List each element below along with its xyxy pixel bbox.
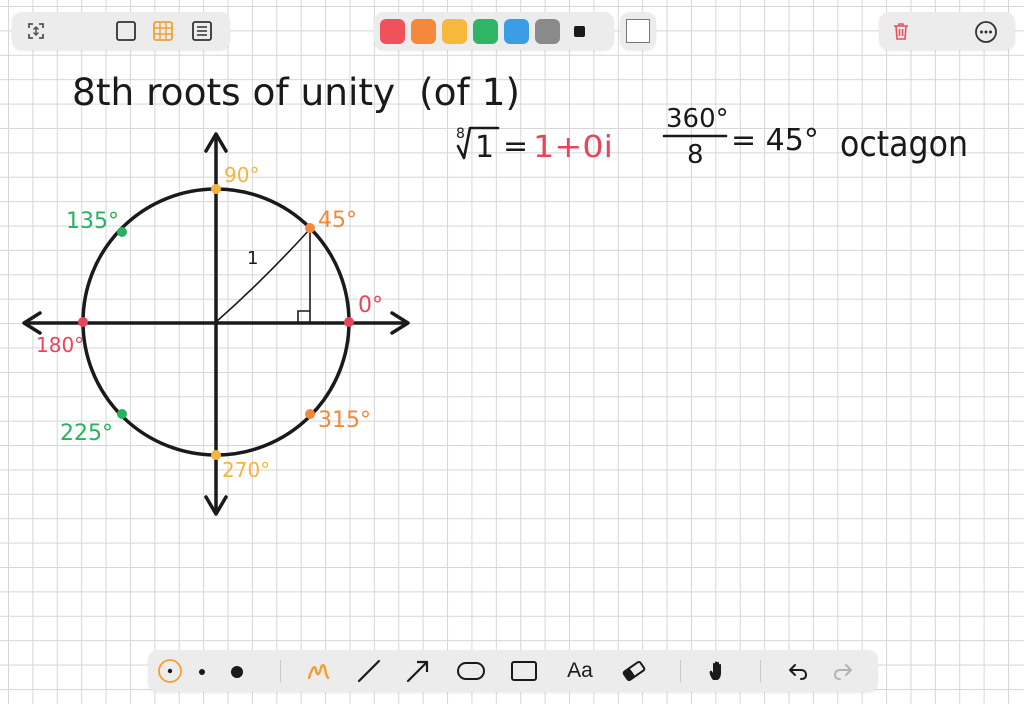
angle-label-270: 270° <box>222 458 270 482</box>
toolbar-divider <box>280 660 281 682</box>
root-point-225 <box>117 409 127 419</box>
triangle-side-label: 1 <box>247 248 258 269</box>
angle-label-315: 315° <box>318 408 371 433</box>
text-tool-button[interactable]: Aa <box>562 657 598 685</box>
rectangle-tool-icon[interactable] <box>509 657 539 685</box>
pointer-tool-icon[interactable] <box>156 657 184 685</box>
large-dot-size-icon[interactable] <box>225 660 249 684</box>
fraction-numerator: 360° <box>666 104 729 134</box>
redo-icon[interactable] <box>829 657 857 685</box>
fraction-result: = 45° <box>731 123 819 158</box>
root-point-270 <box>211 450 221 460</box>
root-equals: = <box>503 129 528 164</box>
root-radicand: 1 <box>475 130 494 165</box>
bottom-toolbar: Aa <box>148 650 878 692</box>
fraction-denominator: 8 <box>687 140 704 170</box>
root-point-315 <box>305 409 315 419</box>
undo-icon[interactable] <box>784 657 812 685</box>
ellipse-tool-icon[interactable] <box>455 657 487 685</box>
root-index: 8 <box>456 126 465 142</box>
root-point-0 <box>344 317 354 327</box>
angle-label-180: 180° <box>36 333 84 357</box>
angle-label-135: 135° <box>66 209 119 234</box>
root-point-45 <box>305 223 315 233</box>
arrow-tool-icon[interactable] <box>404 657 432 685</box>
eraser-tool-icon[interactable] <box>620 657 648 685</box>
whiteboard-canvas[interactable]: 8th roots of unity (of 1) 8 1 = 1+0i 360… <box>0 0 1024 704</box>
root-point-90 <box>211 184 221 194</box>
angle-label-225: 225° <box>60 421 113 446</box>
angle-label-0: 0° <box>358 293 383 318</box>
small-dot-size-icon[interactable] <box>190 660 214 684</box>
line-tool-icon[interactable] <box>355 657 383 685</box>
highlighter-tool-icon[interactable] <box>305 657 333 685</box>
reference-triangle <box>215 228 311 323</box>
angle-label-90: 90° <box>224 163 259 187</box>
toolbar-divider-2 <box>680 660 681 682</box>
shape-word: octagon <box>840 124 968 165</box>
root-result: 1+0i <box>533 130 613 165</box>
hand-tool-icon[interactable] <box>704 657 732 685</box>
toolbar-divider-3 <box>760 660 761 682</box>
angle-label-45: 45° <box>318 208 357 233</box>
note-title: 8th roots of unity (of 1) <box>72 71 520 114</box>
root-point-180 <box>78 317 88 327</box>
text-tool-label: Aa <box>567 659 593 682</box>
